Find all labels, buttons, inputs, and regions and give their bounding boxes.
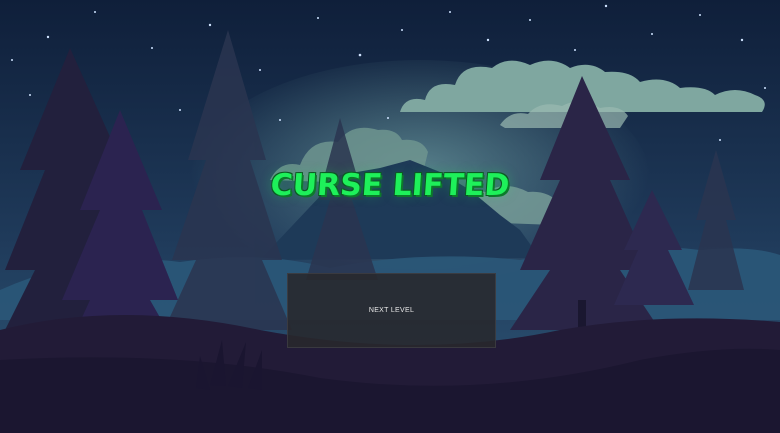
night-forest-background	[0, 0, 780, 433]
next-level-label: NEXT LEVEL	[368, 307, 415, 314]
next-level-button[interactable]: NEXT LEVEL	[287, 273, 496, 348]
level-complete-title: CURSE LIFTED	[269, 168, 511, 203]
